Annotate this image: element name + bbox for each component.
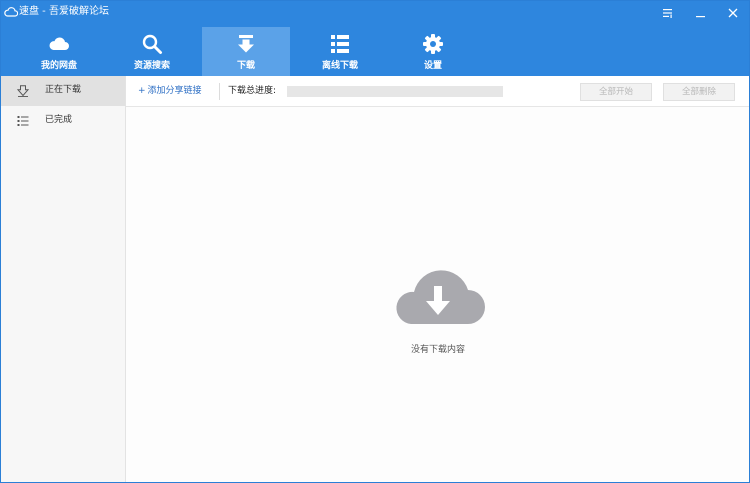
minimize-icon: [696, 16, 705, 18]
download-icon: [238, 35, 254, 53]
title-bar[interactable]: 速盘 - 吾爱破解论坛: [1, 1, 749, 25]
toolbar: + 添加分享链接 下载总进度: 全部开始 全部删除: [126, 76, 749, 107]
sidebar-item-downloading[interactable]: 正在下载: [1, 76, 125, 106]
app-window: 速盘 - 吾爱破解论坛 我的网盘 资源搜索 下载 离线下载 设置 正在下载 已完…: [0, 0, 750, 483]
progress-label: 下载总进度:: [228, 86, 277, 96]
tab-my-netdisk[interactable]: 我的网盘: [15, 27, 103, 76]
delete-all-button[interactable]: 全部删除: [663, 83, 735, 101]
sidebar-item-label: 正在下载: [45, 85, 82, 95]
header: 速盘 - 吾爱破解论坛 我的网盘 资源搜索 下载 离线下载 设置: [1, 1, 749, 76]
add-link-label: 添加分享链接: [147, 86, 202, 96]
downloading-icon: [17, 85, 29, 97]
close-button[interactable]: [722, 4, 744, 22]
cloud-icon: [49, 37, 69, 50]
plus-icon: +: [138, 86, 146, 96]
tab-offline-download[interactable]: 离线下载: [296, 27, 384, 76]
tab-settings[interactable]: 设置: [389, 27, 477, 76]
minimize-button[interactable]: [690, 4, 712, 22]
tab-label: 资源搜索: [133, 61, 170, 71]
tab-label: 离线下载: [321, 61, 358, 71]
gear-icon: [423, 34, 443, 54]
add-share-link-button[interactable]: + 添加分享链接: [138, 85, 202, 98]
sidebar-item-label: 已完成: [45, 115, 73, 125]
list-icon: [331, 35, 349, 53]
start-all-button[interactable]: 全部开始: [580, 83, 652, 101]
tab-label: 下载: [236, 61, 255, 71]
total-progress-bar: [287, 86, 503, 97]
menu-icon: [662, 9, 672, 18]
app-title: 速盘 - 吾爱破解论坛: [19, 6, 109, 17]
tab-resource-search[interactable]: 资源搜索: [108, 27, 196, 76]
empty-message: 没有下载内容: [410, 345, 465, 355]
sidebar-item-completed[interactable]: 已完成: [1, 106, 125, 136]
completed-list-icon: [17, 116, 29, 126]
cloud-download-icon: [396, 270, 485, 324]
main-nav: 我的网盘 资源搜索 下载 离线下载 设置: [1, 27, 749, 76]
tab-label: 我的网盘: [40, 61, 77, 71]
tab-download[interactable]: 下载: [202, 27, 290, 76]
close-icon: [728, 8, 738, 18]
menu-button[interactable]: [657, 4, 679, 22]
app-logo-icon: [4, 7, 18, 17]
sidebar: 正在下载 已完成: [1, 76, 126, 482]
download-panel: + 添加分享链接 下载总进度: 全部开始 全部删除 没有下载内容: [126, 76, 749, 482]
toolbar-divider: [219, 83, 220, 100]
tab-label: 设置: [423, 61, 442, 71]
search-icon: [142, 34, 162, 54]
